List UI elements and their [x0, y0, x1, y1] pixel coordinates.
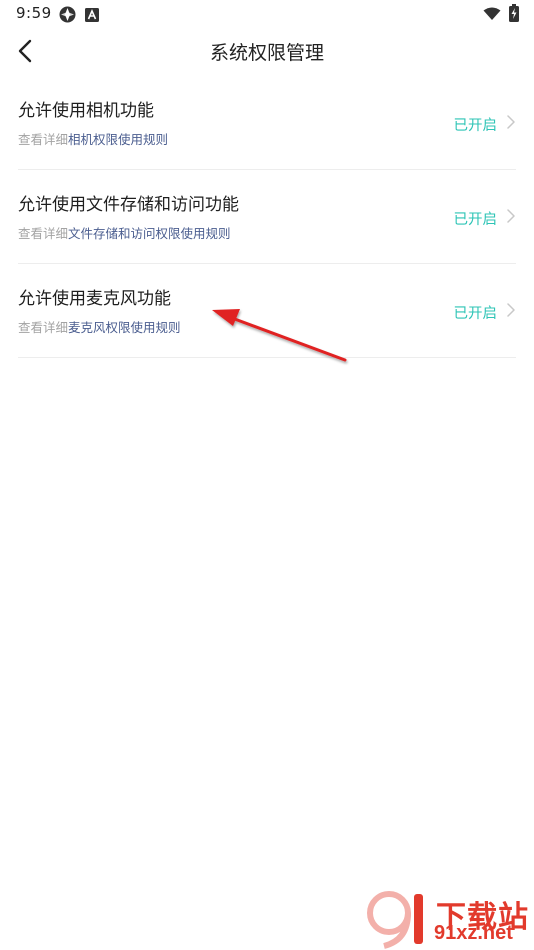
permission-title: 允许使用文件存储和访问功能	[18, 195, 239, 215]
permission-row-microphone[interactable]: 允许使用麦克风功能 查看详细麦克风权限使用规则 已开启	[18, 264, 516, 358]
chevron-right-icon	[507, 115, 515, 129]
permission-subtitle: 查看详细相机权限使用规则	[18, 129, 168, 148]
status-bar: 9:59	[0, 0, 534, 28]
app-notification-icon	[58, 5, 77, 28]
chevron-right-icon	[507, 209, 515, 223]
watermark-logo	[367, 891, 423, 949]
permission-title: 允许使用麦克风功能	[18, 289, 171, 309]
view-details-label: 查看详细	[18, 226, 69, 241]
rules-link[interactable]: 文件存储和访问权限使用规则	[68, 226, 231, 241]
permission-row-camera[interactable]: 允许使用相机功能 查看详细相机权限使用规则 已开启	[18, 76, 516, 170]
view-details-label: 查看详细	[18, 132, 69, 147]
status-label: 已开启	[453, 118, 498, 134]
rules-link[interactable]: 相机权限使用规则	[68, 132, 168, 147]
view-details-label: 查看详细	[18, 320, 69, 335]
wifi-icon	[483, 6, 501, 25]
permission-row-storage[interactable]: 允许使用文件存储和访问功能 查看详细文件存储和访问权限使用规则 已开启	[18, 170, 516, 264]
nav-bar: 系统权限管理	[0, 28, 534, 74]
page-title: 系统权限管理	[209, 42, 324, 64]
status-time: 9:59	[16, 4, 52, 22]
permission-subtitle: 查看详细文件存储和访问权限使用规则	[18, 223, 231, 242]
permission-subtitle: 查看详细麦克风权限使用规则	[18, 317, 181, 336]
battery-charging-icon	[509, 4, 519, 26]
rules-link[interactable]: 麦克风权限使用规则	[68, 320, 181, 335]
status-label: 已开启	[453, 212, 498, 228]
status-label: 已开启	[453, 306, 498, 322]
a-notification-icon	[85, 7, 99, 26]
watermark: 下载站 91xz.net	[362, 888, 534, 950]
permission-list: 允许使用相机功能 查看详细相机权限使用规则 已开启 允许使用文件存储和访问功能 …	[18, 76, 516, 358]
watermark-domain: 91xz.net	[434, 922, 513, 944]
permission-title: 允许使用相机功能	[18, 101, 154, 121]
chevron-right-icon	[507, 303, 515, 317]
